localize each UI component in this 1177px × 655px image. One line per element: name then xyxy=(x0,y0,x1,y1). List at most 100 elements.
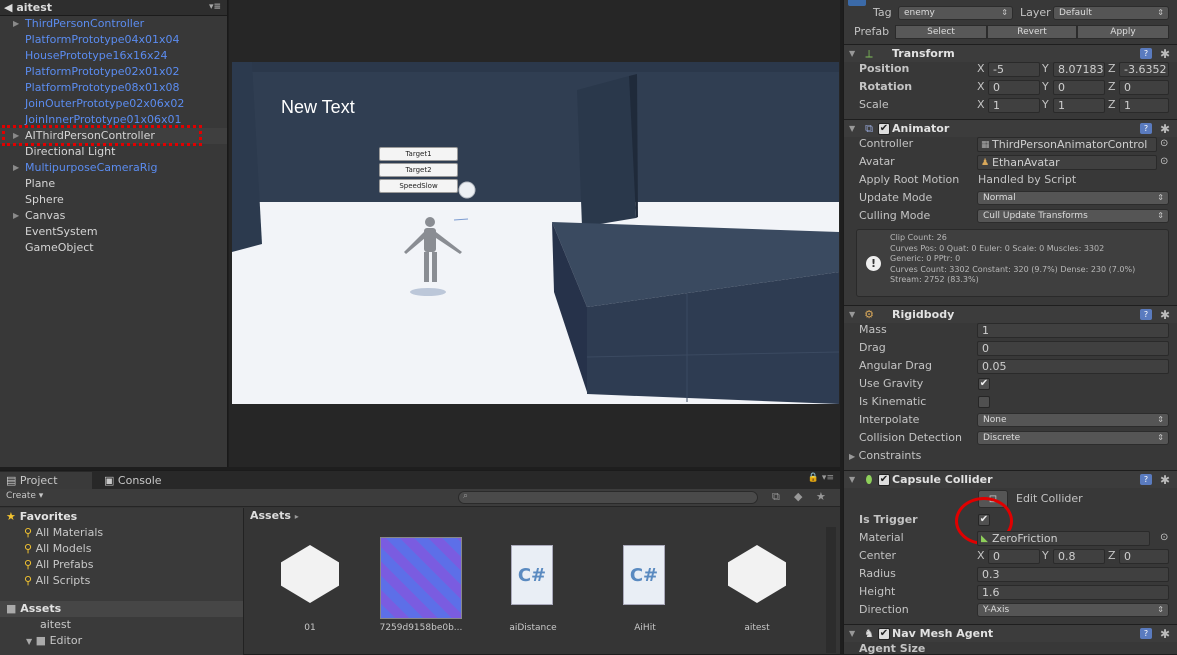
position-z-field[interactable]: -3.6352 xyxy=(1119,62,1169,77)
hierarchy-item[interactable]: Sphere xyxy=(0,192,227,208)
transform-header[interactable]: ▼ ⟂ Transform ? ✱ xyxy=(844,44,1177,62)
gear-icon[interactable]: ✱ xyxy=(1160,625,1170,643)
angular-drag-field[interactable]: 0.05 xyxy=(977,359,1169,374)
prefab-apply-button[interactable]: Apply xyxy=(1077,25,1169,39)
sphere xyxy=(458,181,476,199)
help-icon[interactable]: ? xyxy=(1140,628,1152,639)
chevron-right-icon[interactable]: ▶ xyxy=(13,208,19,224)
object-picker-icon[interactable]: ⊙ xyxy=(1160,532,1168,543)
gear-icon[interactable]: ✱ xyxy=(1160,120,1170,138)
collision-detection-dropdown[interactable]: Discrete ⇕ xyxy=(977,431,1169,445)
scene-button-target2[interactable]: Target2 xyxy=(379,163,458,177)
favorite-item[interactable]: ⚲ All Prefabs xyxy=(24,558,94,571)
hierarchy-item[interactable]: ▶ ThirdPersonController xyxy=(0,16,227,32)
help-icon[interactable]: ? xyxy=(1140,474,1152,485)
hierarchy-item[interactable]: HousePrototype16x16x24 xyxy=(0,48,227,64)
hierarchy-item[interactable]: PlatformPrototype08x01x08 xyxy=(0,80,227,96)
navmesh-enabled-checkbox[interactable]: ✔ xyxy=(878,628,890,640)
capsule-enabled-checkbox[interactable]: ✔ xyxy=(878,474,890,486)
gear-icon[interactable]: ✱ xyxy=(1160,471,1170,489)
interpolate-dropdown[interactable]: None ⇕ xyxy=(977,413,1169,427)
rotation-z-field[interactable]: 0 xyxy=(1119,80,1169,95)
asset-item[interactable]: C# aiDistance xyxy=(488,535,578,635)
hierarchy-item[interactable]: Directional Light xyxy=(0,144,227,160)
capsule-collider-header[interactable]: ▼ ⬮ ✔ Capsule Collider ? ✱ xyxy=(844,470,1177,488)
unity-scene-icon: ◀ xyxy=(4,1,13,14)
scale-z-field[interactable]: 1 xyxy=(1119,98,1169,113)
hierarchy-item[interactable]: ▶ MultipurposeCameraRig xyxy=(0,160,227,176)
object-picker-icon[interactable]: ⊙ xyxy=(1160,138,1168,149)
hierarchy-item[interactable]: PlatformPrototype02x01x02 xyxy=(0,64,227,80)
animator-header[interactable]: ▼ ⧉ ✔ Animator ? ✱ xyxy=(844,119,1177,137)
constraints-foldout[interactable]: ▶ Constraints xyxy=(849,448,921,464)
position-y-field[interactable]: 8.07183 xyxy=(1053,62,1105,77)
hierarchy-item[interactable]: GameObject xyxy=(0,240,227,256)
panel-menu-icon[interactable]: 🔒 ▾≡ xyxy=(808,473,834,483)
assets-folder[interactable]: ■ Assets xyxy=(0,601,243,617)
create-button[interactable]: Create ▾ xyxy=(6,491,43,501)
scale-y-field[interactable]: 1 xyxy=(1053,98,1105,113)
update-mode-dropdown[interactable]: Normal ⇕ xyxy=(977,191,1169,205)
chevron-right-icon[interactable]: ▶ xyxy=(13,160,19,176)
tab-console[interactable]: ▣ Console xyxy=(104,472,184,489)
asset-item[interactable]: aitest xyxy=(712,535,802,635)
search-input[interactable]: ⌕ xyxy=(458,491,758,504)
radius-field[interactable]: 0.3 xyxy=(977,567,1169,582)
animator-enabled-checkbox[interactable]: ✔ xyxy=(878,123,890,135)
rotation-y-field[interactable]: 0 xyxy=(1053,80,1105,95)
material-field[interactable]: ◣ ZeroFriction xyxy=(977,531,1150,546)
favorite-star-icon[interactable]: ★ xyxy=(816,490,826,503)
scene-button-speedslow[interactable]: SpeedSlow xyxy=(379,179,458,193)
gear-icon[interactable]: ✱ xyxy=(1160,306,1170,324)
center-x-field[interactable]: 0 xyxy=(988,549,1040,564)
breadcrumb[interactable]: Assets ▸ xyxy=(250,509,299,522)
layer-dropdown[interactable]: Default ⇕ xyxy=(1053,6,1169,20)
hierarchy-item[interactable]: ▶ Canvas xyxy=(0,208,227,224)
use-gravity-checkbox[interactable]: ✔ xyxy=(978,378,990,390)
filter-type-icon[interactable]: ⧉ xyxy=(772,490,780,504)
prefab-select-button[interactable]: Select xyxy=(895,25,987,39)
direction-dropdown[interactable]: Y-Axis ⇕ xyxy=(977,603,1169,617)
tree-item-editor[interactable]: ▼ ■ Editor xyxy=(26,634,82,647)
height-field[interactable]: 1.6 xyxy=(977,585,1169,600)
help-icon[interactable]: ? xyxy=(1140,48,1152,59)
favorite-item[interactable]: ⚲ All Models xyxy=(24,542,91,555)
rotation-x-field[interactable]: 0 xyxy=(988,80,1040,95)
tag-dropdown[interactable]: enemy ⇕ xyxy=(898,6,1013,20)
rigidbody-header[interactable]: ▼ ⚙ Rigidbody ? ✱ xyxy=(844,305,1177,323)
hierarchy-item[interactable]: PlatformPrototype04x01x04 xyxy=(0,32,227,48)
chevron-right-icon[interactable]: ▶ xyxy=(13,16,19,32)
is-kinematic-checkbox[interactable] xyxy=(978,396,990,408)
hierarchy-item[interactable]: EventSystem xyxy=(0,224,227,240)
center-y-field[interactable]: 0.8 xyxy=(1053,549,1105,564)
prefab-revert-button[interactable]: Revert xyxy=(987,25,1077,39)
hierarchy-menu-icon[interactable]: ▾≡ xyxy=(209,0,221,15)
favorite-item[interactable]: ⚲ All Scripts xyxy=(24,574,90,587)
help-icon[interactable]: ? xyxy=(1140,123,1152,134)
asset-item[interactable]: 01 xyxy=(265,535,355,635)
asset-item[interactable]: C# AiHit xyxy=(600,535,690,635)
navmesh-agent-header[interactable]: ▼ ♞ ✔ Nav Mesh Agent ? ✱ xyxy=(844,624,1177,642)
tree-item-aitest[interactable]: aitest xyxy=(40,618,71,631)
assets-scrollbar[interactable] xyxy=(826,527,836,653)
tab-project[interactable]: ▤ Project xyxy=(0,472,92,489)
game-viewport[interactable]: New Text Target1 Target2 SpeedSlow xyxy=(232,62,839,404)
favorite-item[interactable]: ⚲ All Materials xyxy=(24,526,103,539)
mass-field[interactable]: 1 xyxy=(977,323,1169,338)
scene-button-target1[interactable]: Target1 xyxy=(379,147,458,161)
gear-icon[interactable]: ✱ xyxy=(1160,45,1170,63)
controller-field[interactable]: ▦ ThirdPersonAnimatorControl xyxy=(977,137,1157,152)
position-x-field[interactable]: -5 xyxy=(988,62,1040,77)
favorites-header[interactable]: ★ Favorites xyxy=(6,510,77,523)
filter-label-icon[interactable]: ◆ xyxy=(794,490,802,503)
hierarchy-item[interactable]: JoinOuterPrototype02x06x02 xyxy=(0,96,227,112)
asset-item[interactable]: 7259d9158be0b... xyxy=(376,535,466,635)
avatar-field[interactable]: ♟ EthanAvatar xyxy=(977,155,1157,170)
hierarchy-item[interactable]: Plane xyxy=(0,176,227,192)
center-z-field[interactable]: 0 xyxy=(1119,549,1169,564)
scale-x-field[interactable]: 1 xyxy=(988,98,1040,113)
help-icon[interactable]: ? xyxy=(1140,309,1152,320)
object-picker-icon[interactable]: ⊙ xyxy=(1160,156,1168,167)
drag-field[interactable]: 0 xyxy=(977,341,1169,356)
culling-mode-dropdown[interactable]: Cull Update Transforms ⇕ xyxy=(977,209,1169,223)
